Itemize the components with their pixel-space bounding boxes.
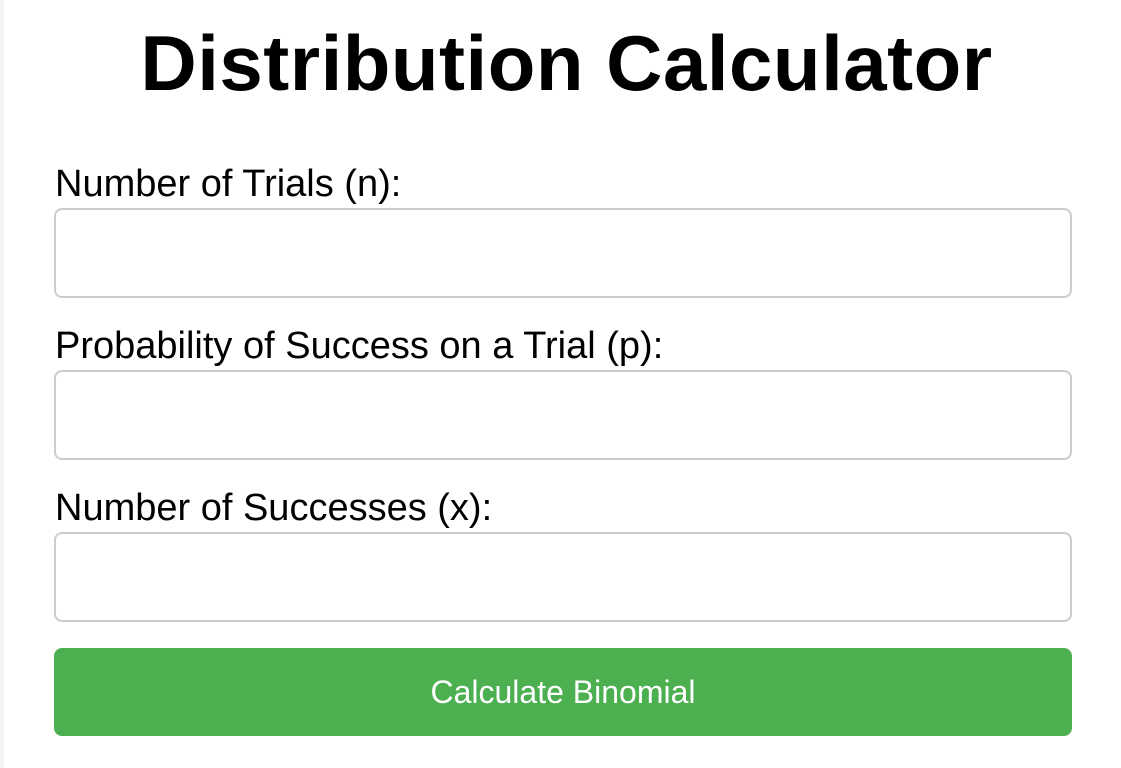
successes-input[interactable]	[54, 532, 1072, 622]
probability-label: Probability of Success on a Trial (p):	[55, 325, 664, 367]
calculate-binomial-button[interactable]: Calculate Binomial	[54, 648, 1072, 736]
successes-label: Number of Successes (x):	[55, 487, 493, 529]
trials-label: Number of Trials (n):	[55, 163, 402, 205]
probability-input[interactable]	[54, 370, 1072, 460]
page-title: Distribution Calculator	[140, 19, 993, 107]
calculator-panel: Distribution Calculator Number of Trials…	[4, 0, 1121, 768]
trials-input[interactable]	[54, 208, 1072, 298]
